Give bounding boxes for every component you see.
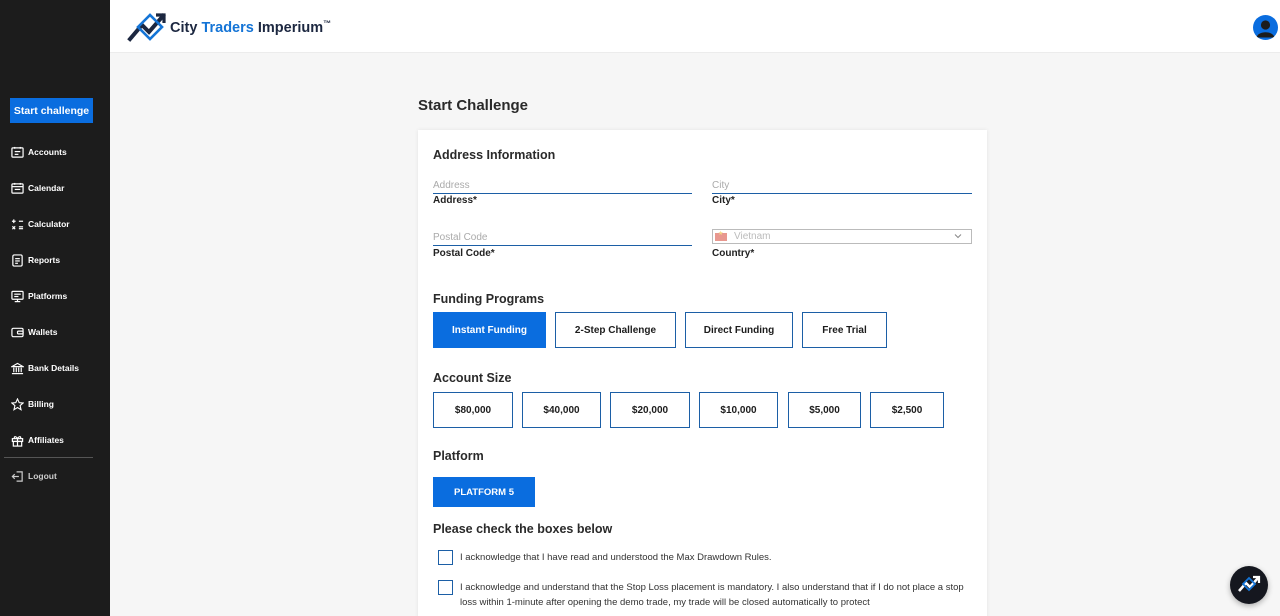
address-label: Address*: [433, 195, 477, 206]
sidebar-item-label: Reports: [28, 255, 61, 265]
user-avatar[interactable]: [1253, 15, 1278, 40]
sidebar-item-wallets[interactable]: Wallets: [0, 314, 110, 350]
account-size-section-title: Account Size: [433, 371, 512, 385]
postal-code-input[interactable]: [433, 230, 692, 246]
vietnam-flag-icon: [715, 230, 727, 241]
account-size-option[interactable]: $2,500: [870, 392, 944, 428]
sidebar-item-label: Platforms: [28, 291, 68, 301]
funding-option-instant-funding[interactable]: Instant Funding: [433, 312, 546, 348]
sidebar-item-label: Calendar: [28, 183, 65, 193]
topbar: City Traders Imperium™: [110, 0, 1280, 53]
logout-icon: [11, 470, 23, 482]
sidebar-item-accounts[interactable]: Accounts: [0, 134, 110, 170]
sidebar-item-label: Wallets: [28, 327, 58, 337]
address-input[interactable]: [433, 178, 692, 194]
challenge-form-card: Address Information Address* City* Posta…: [418, 130, 987, 616]
account-size-option[interactable]: $20,000: [610, 392, 690, 428]
sidebar-item-bank-details[interactable]: Bank Details: [0, 350, 110, 386]
funding-section-title: Funding Programs: [433, 292, 545, 306]
account-size-option[interactable]: $80,000: [433, 392, 513, 428]
sidebar-item-label: Accounts: [28, 147, 67, 157]
chart-trend-icon: [1238, 575, 1261, 592]
country-select[interactable]: Vietnam: [712, 229, 972, 244]
wallet-icon: [11, 327, 24, 337]
sidebar-item-calendar[interactable]: Calendar: [0, 170, 110, 206]
funding-option-free-trial[interactable]: Free Trial: [802, 312, 887, 348]
brand-logo[interactable]: City Traders Imperium™: [126, 9, 331, 45]
accounts-icon: [11, 146, 24, 158]
sidebar-divider: [4, 457, 93, 458]
address-section-title: Address Information: [433, 148, 556, 162]
check-row-drawdown: I acknowledge that I have read and under…: [438, 550, 958, 565]
sidebar-nav: Accounts Calendar Calculator Reports Pla…: [0, 134, 110, 458]
brand-name: City Traders Imperium™: [170, 18, 332, 36]
star-icon: [11, 397, 24, 411]
sidebar-item-platforms[interactable]: Platforms: [0, 278, 110, 314]
calculator-icon: [11, 218, 24, 230]
calendar-icon: [11, 182, 24, 194]
gift-icon: [11, 435, 24, 447]
funding-option-direct-funding[interactable]: Direct Funding: [685, 312, 793, 348]
city-input[interactable]: [712, 178, 972, 194]
funding-option-2-step-challenge[interactable]: 2-Step Challenge: [555, 312, 676, 348]
sidebar: Start challenge Accounts Calendar Calcul…: [0, 0, 110, 616]
logout-button[interactable]: Logout: [0, 466, 110, 486]
reports-icon: [12, 253, 23, 267]
city-label: City*: [712, 195, 735, 206]
account-size-option[interactable]: $5,000: [788, 392, 861, 428]
stop-loss-checkbox[interactable]: [438, 580, 453, 595]
sidebar-item-billing[interactable]: Billing: [0, 386, 110, 422]
stop-loss-check-text: I acknowledge and understand that the St…: [460, 582, 964, 608]
drawdown-check-text: I acknowledge that I have read and under…: [460, 552, 772, 563]
sidebar-item-calculator[interactable]: Calculator: [0, 206, 110, 242]
country-label: Country*: [712, 248, 755, 259]
account-size-option[interactable]: $40,000: [522, 392, 601, 428]
floating-chat-button[interactable]: [1230, 566, 1268, 604]
page-title: Start Challenge: [418, 97, 529, 114]
country-value: Vietnam: [734, 231, 771, 242]
account-size-option[interactable]: $10,000: [699, 392, 778, 428]
bank-icon: [11, 362, 24, 374]
sidebar-item-label: Bank Details: [28, 363, 80, 373]
sidebar-item-label: Affiliates: [28, 435, 64, 445]
sidebar-item-reports[interactable]: Reports: [0, 242, 110, 278]
address-field: [433, 175, 692, 194]
platform-section-title: Platform: [433, 449, 484, 463]
sidebar-item-label: Billing: [28, 399, 54, 409]
start-challenge-button[interactable]: Start challenge: [10, 98, 93, 123]
platform-5-button[interactable]: PLATFORM 5: [433, 477, 535, 507]
drawdown-checkbox[interactable]: [438, 550, 453, 565]
postal-code-label: Postal Code*: [433, 248, 495, 259]
postal-code-field: [433, 227, 692, 246]
sidebar-item-affiliates[interactable]: Affiliates: [0, 422, 110, 458]
user-icon: [1256, 20, 1275, 38]
logout-label: Logout: [28, 471, 57, 481]
platforms-icon: [11, 290, 24, 302]
chevron-down-icon: [954, 234, 962, 239]
check-row-stop-loss: I acknowledge and understand that the St…: [438, 580, 968, 610]
brand-logo-icon: [127, 13, 166, 42]
checks-section-title: Please check the boxes below: [433, 522, 613, 536]
sidebar-item-label: Calculator: [28, 219, 70, 229]
city-field: [712, 175, 972, 194]
